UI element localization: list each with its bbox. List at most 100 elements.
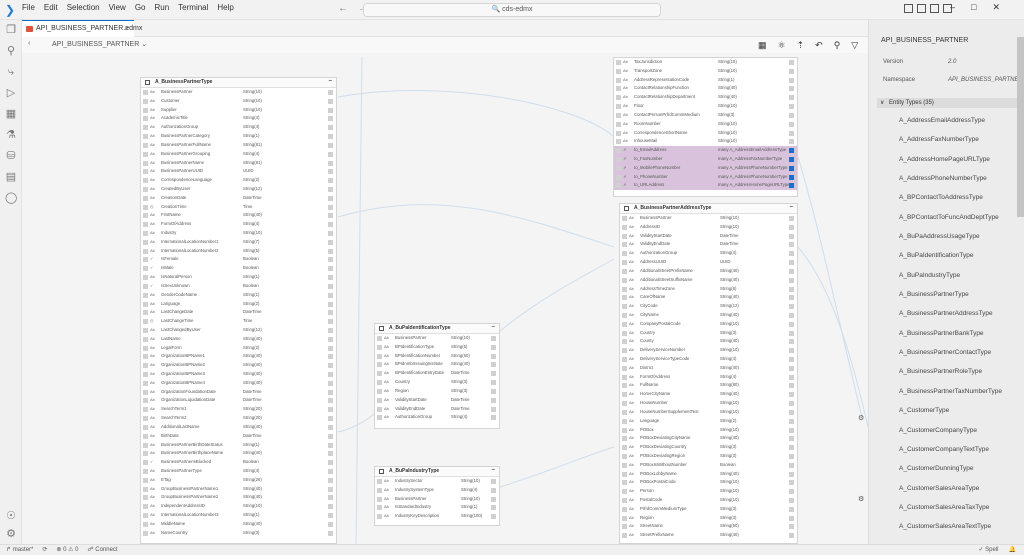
row-key-marker[interactable] bbox=[328, 222, 333, 228]
property-row[interactable]: Ab AddressUUID UUID bbox=[620, 258, 797, 267]
property-row[interactable]: Ab County String(40) bbox=[620, 337, 797, 346]
property-row[interactable]: Ab OrganizationFoundationDate DateTime bbox=[141, 388, 336, 397]
row-checkbox[interactable] bbox=[616, 112, 621, 118]
entity-type-item[interactable]: A_AddressPhoneNumberType bbox=[899, 173, 1002, 192]
row-key-marker[interactable] bbox=[789, 77, 794, 83]
row-checkbox[interactable] bbox=[143, 407, 148, 413]
row-key-marker[interactable] bbox=[328, 266, 333, 272]
row-key-marker[interactable] bbox=[328, 504, 333, 510]
entity-type-item[interactable]: A_BusinessPartnerTaxNumberType bbox=[899, 386, 1002, 405]
tab-close-icon[interactable]: × bbox=[124, 21, 129, 36]
row-key-marker[interactable] bbox=[789, 321, 794, 327]
row-key-marker[interactable] bbox=[328, 407, 333, 413]
property-row[interactable]: Ab IndustryKeyDescription String(100) bbox=[375, 512, 499, 521]
property-row[interactable]: ◷ LastChangeTime Time bbox=[141, 317, 336, 326]
row-key-marker[interactable] bbox=[789, 233, 794, 239]
property-row[interactable]: Ab CareOfName String(40) bbox=[620, 293, 797, 302]
row-key-marker[interactable] bbox=[328, 424, 333, 430]
property-row[interactable]: Ab AuthorizationGroup String(4) bbox=[620, 249, 797, 258]
row-key-marker[interactable] bbox=[789, 224, 794, 230]
row-key-marker[interactable] bbox=[328, 433, 333, 439]
entity-type-item[interactable]: A_CustomerCompanyTextType bbox=[899, 444, 1002, 463]
entity-bupa-identification[interactable]: A_BuPaIdentificationType – Ab BusinessPartn… bbox=[374, 323, 500, 429]
row-key-marker[interactable] bbox=[789, 260, 794, 266]
connect-status[interactable]: ☍ Connect bbox=[88, 545, 118, 555]
property-row[interactable]: Ab OrganizationBPName4 String(40) bbox=[141, 379, 336, 388]
row-key-marker[interactable] bbox=[328, 521, 333, 527]
row-checkbox[interactable] bbox=[377, 380, 382, 386]
row-checkbox[interactable] bbox=[143, 186, 148, 192]
row-key-marker[interactable] bbox=[789, 251, 794, 257]
row-checkbox[interactable] bbox=[143, 345, 148, 351]
entity-type-item[interactable]: A_CustomerSalesAreaTextType bbox=[899, 521, 1002, 540]
row-key-marker[interactable] bbox=[491, 406, 496, 412]
row-checkbox[interactable] bbox=[622, 515, 627, 521]
row-checkbox[interactable] bbox=[616, 148, 621, 154]
row-key-marker[interactable] bbox=[328, 116, 333, 122]
row-checkbox[interactable] bbox=[622, 224, 627, 230]
row-checkbox[interactable] bbox=[377, 397, 382, 403]
row-checkbox[interactable] bbox=[622, 321, 627, 327]
row-key-marker[interactable] bbox=[328, 195, 333, 201]
property-row[interactable]: ✓ BusinessPartnerIsBlocked Boolean bbox=[141, 458, 336, 467]
row-key-marker[interactable] bbox=[328, 204, 333, 210]
property-row[interactable]: Ab HouseNumberSupplementText String(10) bbox=[620, 408, 797, 417]
property-row[interactable]: Ab GroupBusinessPartnerName2 String(40) bbox=[141, 493, 336, 502]
menu-view[interactable]: View bbox=[109, 3, 126, 12]
row-checkbox[interactable] bbox=[622, 506, 627, 512]
row-checkbox[interactable] bbox=[622, 498, 627, 503]
row-checkbox[interactable] bbox=[377, 344, 382, 350]
row-checkbox[interactable] bbox=[622, 445, 627, 451]
property-row[interactable]: Ab BPIdnmbrIssuingInstitute String(40) bbox=[375, 360, 499, 369]
row-key-marker[interactable] bbox=[789, 95, 794, 101]
row-checkbox[interactable] bbox=[622, 436, 627, 442]
row-checkbox[interactable] bbox=[143, 107, 148, 113]
row-key-marker[interactable] bbox=[789, 130, 794, 136]
entity-business-partner[interactable]: A_BusinessPartnerType – Ab BusinessPartner S… bbox=[140, 77, 337, 544]
property-row[interactable]: Ab Language String(2) bbox=[141, 300, 336, 309]
row-checkbox[interactable] bbox=[143, 398, 148, 404]
row-checkbox[interactable] bbox=[143, 416, 148, 422]
row-checkbox[interactable] bbox=[622, 330, 627, 336]
entity-type-item[interactable]: A_CustomerDunningType bbox=[899, 463, 1002, 482]
property-row[interactable]: Ab POBoxLobbyName String(40) bbox=[620, 470, 797, 479]
row-checkbox[interactable] bbox=[616, 60, 621, 65]
row-checkbox[interactable] bbox=[143, 354, 148, 360]
property-row[interactable]: Ab HouseNumber String(10) bbox=[620, 399, 797, 408]
property-row[interactable]: Ab SearchTerm1 String(20) bbox=[141, 405, 336, 414]
row-checkbox[interactable] bbox=[143, 319, 148, 325]
entity-type-item[interactable]: A_BuPaAddressUsageType bbox=[899, 231, 1002, 250]
row-checkbox[interactable] bbox=[622, 268, 627, 274]
row-key-marker[interactable] bbox=[328, 142, 333, 148]
row-checkbox[interactable] bbox=[622, 286, 627, 292]
row-checkbox[interactable] bbox=[143, 160, 148, 166]
row-key-marker[interactable] bbox=[789, 339, 794, 345]
property-row[interactable]: Ab ContactRelationshipFunction String(40) bbox=[614, 84, 797, 93]
property-row[interactable]: Ab BusinessPartner String(10) bbox=[375, 334, 499, 343]
row-key-marker[interactable] bbox=[328, 327, 333, 333]
row-key-marker[interactable] bbox=[789, 286, 794, 292]
property-row[interactable]: Ab PrfrdCommMediumType String(3) bbox=[620, 505, 797, 514]
row-key-marker[interactable] bbox=[789, 533, 794, 539]
row-key-marker[interactable] bbox=[789, 68, 794, 74]
row-checkbox[interactable] bbox=[616, 95, 621, 101]
row-checkbox[interactable] bbox=[622, 453, 627, 459]
row-checkbox[interactable] bbox=[622, 462, 627, 468]
row-key-marker[interactable] bbox=[328, 134, 333, 140]
row-checkbox[interactable] bbox=[616, 130, 621, 136]
row-checkbox[interactable] bbox=[143, 442, 148, 448]
menu-run[interactable]: Run bbox=[154, 3, 169, 12]
property-row[interactable]: Ab ETag String(26) bbox=[141, 476, 336, 485]
property-row[interactable]: Ab OrganizationBPName2 String(40) bbox=[141, 361, 336, 370]
row-key-marker[interactable] bbox=[789, 216, 794, 221]
property-row[interactable]: ⇗ to_PhoneNumber many A_AddressPhoneNumber… bbox=[614, 172, 797, 182]
property-row[interactable]: Ab AuthorizationGroup String(4) bbox=[141, 123, 336, 132]
entity-type-item[interactable]: A_BusinessPartnerType bbox=[899, 289, 1002, 308]
row-key-marker[interactable] bbox=[789, 174, 794, 180]
row-checkbox[interactable] bbox=[616, 68, 621, 74]
property-row[interactable]: Ab BusinessPartnerUUID UUID bbox=[141, 167, 336, 176]
property-row[interactable]: Ab IndustrySystemType String(4) bbox=[375, 486, 499, 495]
property-row[interactable]: ⇗ to_FaxNumber many A_AddressFaxNumberType bbox=[614, 154, 797, 164]
property-row[interactable]: Ab GenderCodeName String(1) bbox=[141, 291, 336, 300]
row-checkbox[interactable] bbox=[377, 406, 382, 412]
